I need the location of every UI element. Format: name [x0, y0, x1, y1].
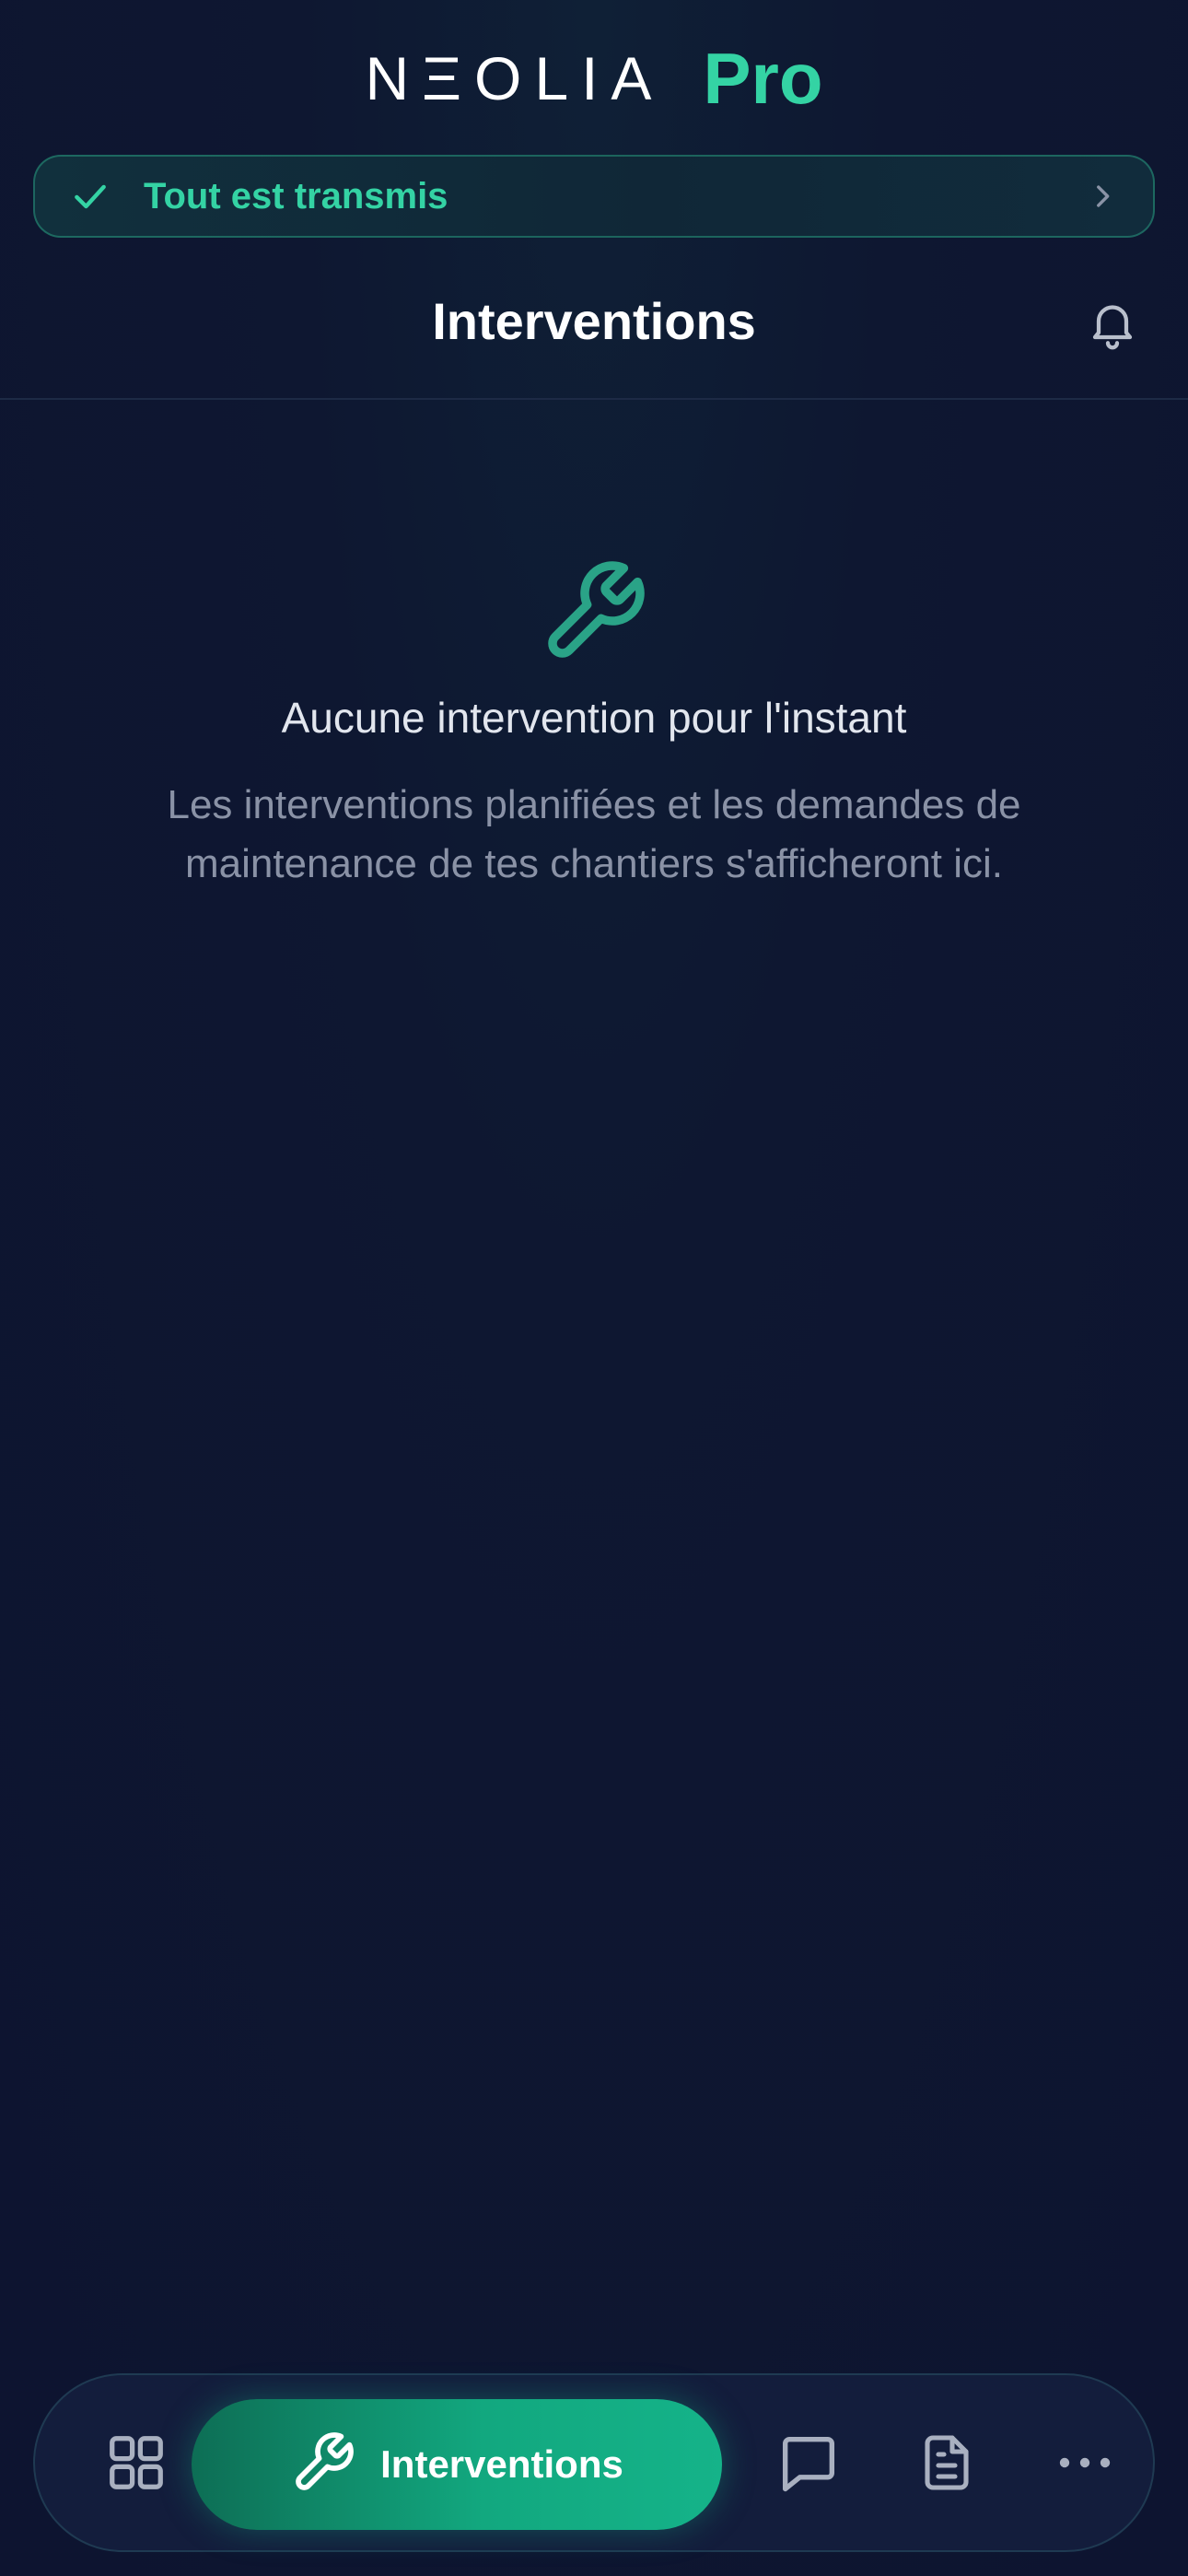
check-icon [70, 176, 111, 217]
chat-bubble-icon [774, 2428, 844, 2502]
wrench-icon [290, 2430, 356, 2500]
app-logo: NΞOLIA Pro [0, 38, 1188, 119]
brand-name: NΞOLIA [365, 44, 665, 112]
nav-interventions-label: Interventions [380, 2442, 623, 2486]
brand-suffix: Pro [703, 37, 823, 119]
bottom-navigation: Interventions [33, 2373, 1155, 2552]
nav-messages[interactable] [753, 2375, 864, 2554]
nav-documents[interactable] [891, 2375, 1002, 2554]
grid-icon [104, 2430, 169, 2500]
sync-status-banner[interactable]: Tout est transmis [33, 155, 1155, 238]
bell-icon[interactable] [1085, 295, 1140, 352]
more-dots-icon [1057, 2453, 1112, 2476]
chevron-right-icon [1087, 181, 1118, 212]
empty-state-description: Les interventions planifiées et les dema… [167, 782, 1021, 886]
top-bar: Interventions [0, 276, 1188, 400]
document-icon [914, 2428, 980, 2502]
wrench-icon [539, 556, 649, 667]
empty-state-title: Aucune intervention pour l'instant [281, 694, 907, 742]
page-title: Interventions [432, 292, 756, 350]
nav-more[interactable] [1030, 2375, 1140, 2554]
nav-interventions[interactable]: Interventions [192, 2399, 722, 2530]
nav-dashboard[interactable] [72, 2375, 201, 2554]
sync-status-label: Tout est transmis [144, 175, 448, 217]
